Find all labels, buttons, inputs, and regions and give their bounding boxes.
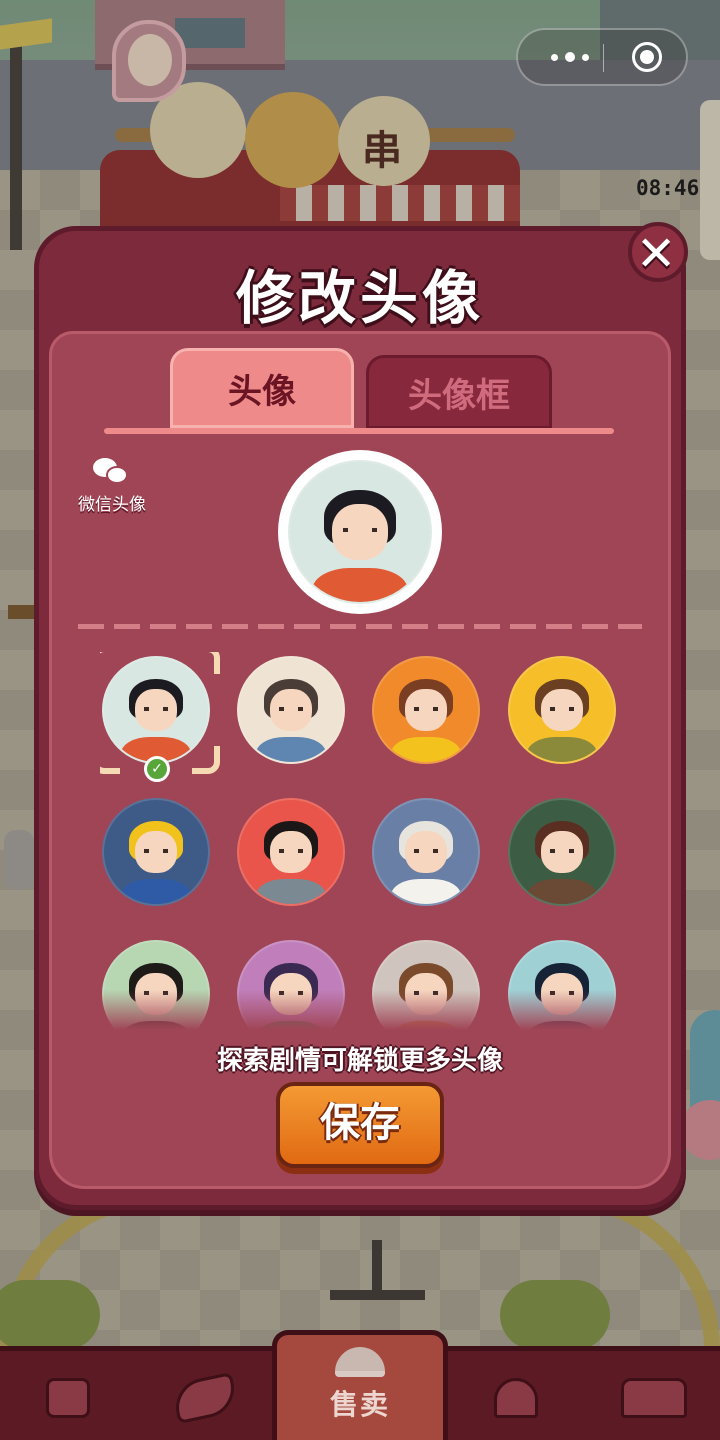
checkmark-icon: ✓ <box>144 756 170 782</box>
avatar-eyes <box>549 848 575 853</box>
capsule-divider <box>603 44 604 72</box>
nav-sell-label: 售卖 <box>329 1388 390 1421</box>
flower-bush <box>0 1280 100 1350</box>
avatar-option[interactable] <box>508 798 620 910</box>
avatar-body <box>255 879 327 904</box>
avatar-image <box>237 798 345 906</box>
avatar-body <box>312 568 408 602</box>
wechat-avatar-label: 微信头像 <box>78 495 146 515</box>
target-close-icon[interactable] <box>632 42 662 72</box>
flower-bush <box>500 1280 610 1350</box>
wechat-icon <box>93 456 131 486</box>
avatar-image <box>372 798 480 906</box>
side-sign <box>700 100 720 260</box>
close-button[interactable]: ✕ <box>628 222 688 282</box>
cart-sign-glyph: 串 <box>362 128 402 174</box>
service-bell-icon <box>335 1347 385 1377</box>
bus-icon <box>621 1378 687 1418</box>
avatar-option[interactable] <box>237 656 349 768</box>
cat <box>4 830 34 890</box>
avatar-face <box>128 34 172 86</box>
avatar-option[interactable]: ✓ <box>100 652 220 782</box>
avatar-image <box>508 798 616 906</box>
tab-avatar[interactable]: 头像 <box>170 348 354 428</box>
skewer-ball <box>245 92 341 188</box>
avatar-option[interactable] <box>372 798 484 910</box>
avatar-body <box>390 879 462 904</box>
avatar-image <box>508 656 616 764</box>
avatar-body <box>120 879 192 904</box>
more-dots-icon[interactable] <box>540 43 600 71</box>
unlock-hint: 探索剧情可解锁更多头像 <box>216 1046 503 1076</box>
avatar-body <box>255 737 327 762</box>
avatar-grid: ✓ <box>100 652 620 1030</box>
nav-map[interactable] <box>456 1351 576 1440</box>
map-pin-icon <box>494 1378 538 1418</box>
miniprogram-capsule <box>516 28 688 86</box>
grid-fade <box>100 990 620 1030</box>
tab-underline <box>104 428 614 434</box>
game-clock: 08:46 <box>636 176 700 200</box>
avatar-body <box>390 737 462 762</box>
cart-awning <box>280 185 520 221</box>
shopping-bag-icon <box>46 1378 90 1418</box>
close-icon: ✕ <box>636 226 677 282</box>
avatar-option[interactable] <box>237 798 349 910</box>
avatar-image <box>372 656 480 764</box>
save-button[interactable]: 保存 <box>276 1082 444 1168</box>
avatar-eyes <box>413 848 439 853</box>
avatar-image <box>288 460 432 604</box>
avatar-eyes <box>549 706 575 711</box>
player-avatar-badge <box>112 20 186 102</box>
handshake-icon <box>170 1371 240 1425</box>
nav-bus[interactable] <box>594 1351 714 1440</box>
avatar-eyes <box>278 706 304 711</box>
modal-title: 修改头像 <box>235 264 484 332</box>
dashed-divider <box>78 624 642 629</box>
nav-sell[interactable]: 售卖 <box>272 1330 448 1440</box>
avatar-body <box>526 737 598 762</box>
avatar-eyes <box>343 527 377 532</box>
avatar-option[interactable] <box>372 656 484 768</box>
avatar-eyes <box>278 848 304 853</box>
wechat-avatar-button[interactable]: 微信头像 <box>72 456 152 515</box>
avatar-eyes <box>143 848 169 853</box>
avatar-image <box>237 656 345 764</box>
tab-avatar-frame[interactable]: 头像框 <box>366 355 552 429</box>
sign-post <box>10 40 22 250</box>
current-avatar-preview <box>278 450 442 614</box>
avatar-option[interactable] <box>102 798 214 910</box>
menu-easel <box>330 1200 425 1300</box>
avatar-face <box>332 504 388 560</box>
avatar-eyes <box>413 706 439 711</box>
nav-handshake[interactable] <box>145 1351 265 1440</box>
avatar-option[interactable] <box>508 656 620 768</box>
nav-bag[interactable] <box>8 1351 128 1440</box>
avatar-body <box>526 879 598 904</box>
avatar-image <box>102 798 210 906</box>
